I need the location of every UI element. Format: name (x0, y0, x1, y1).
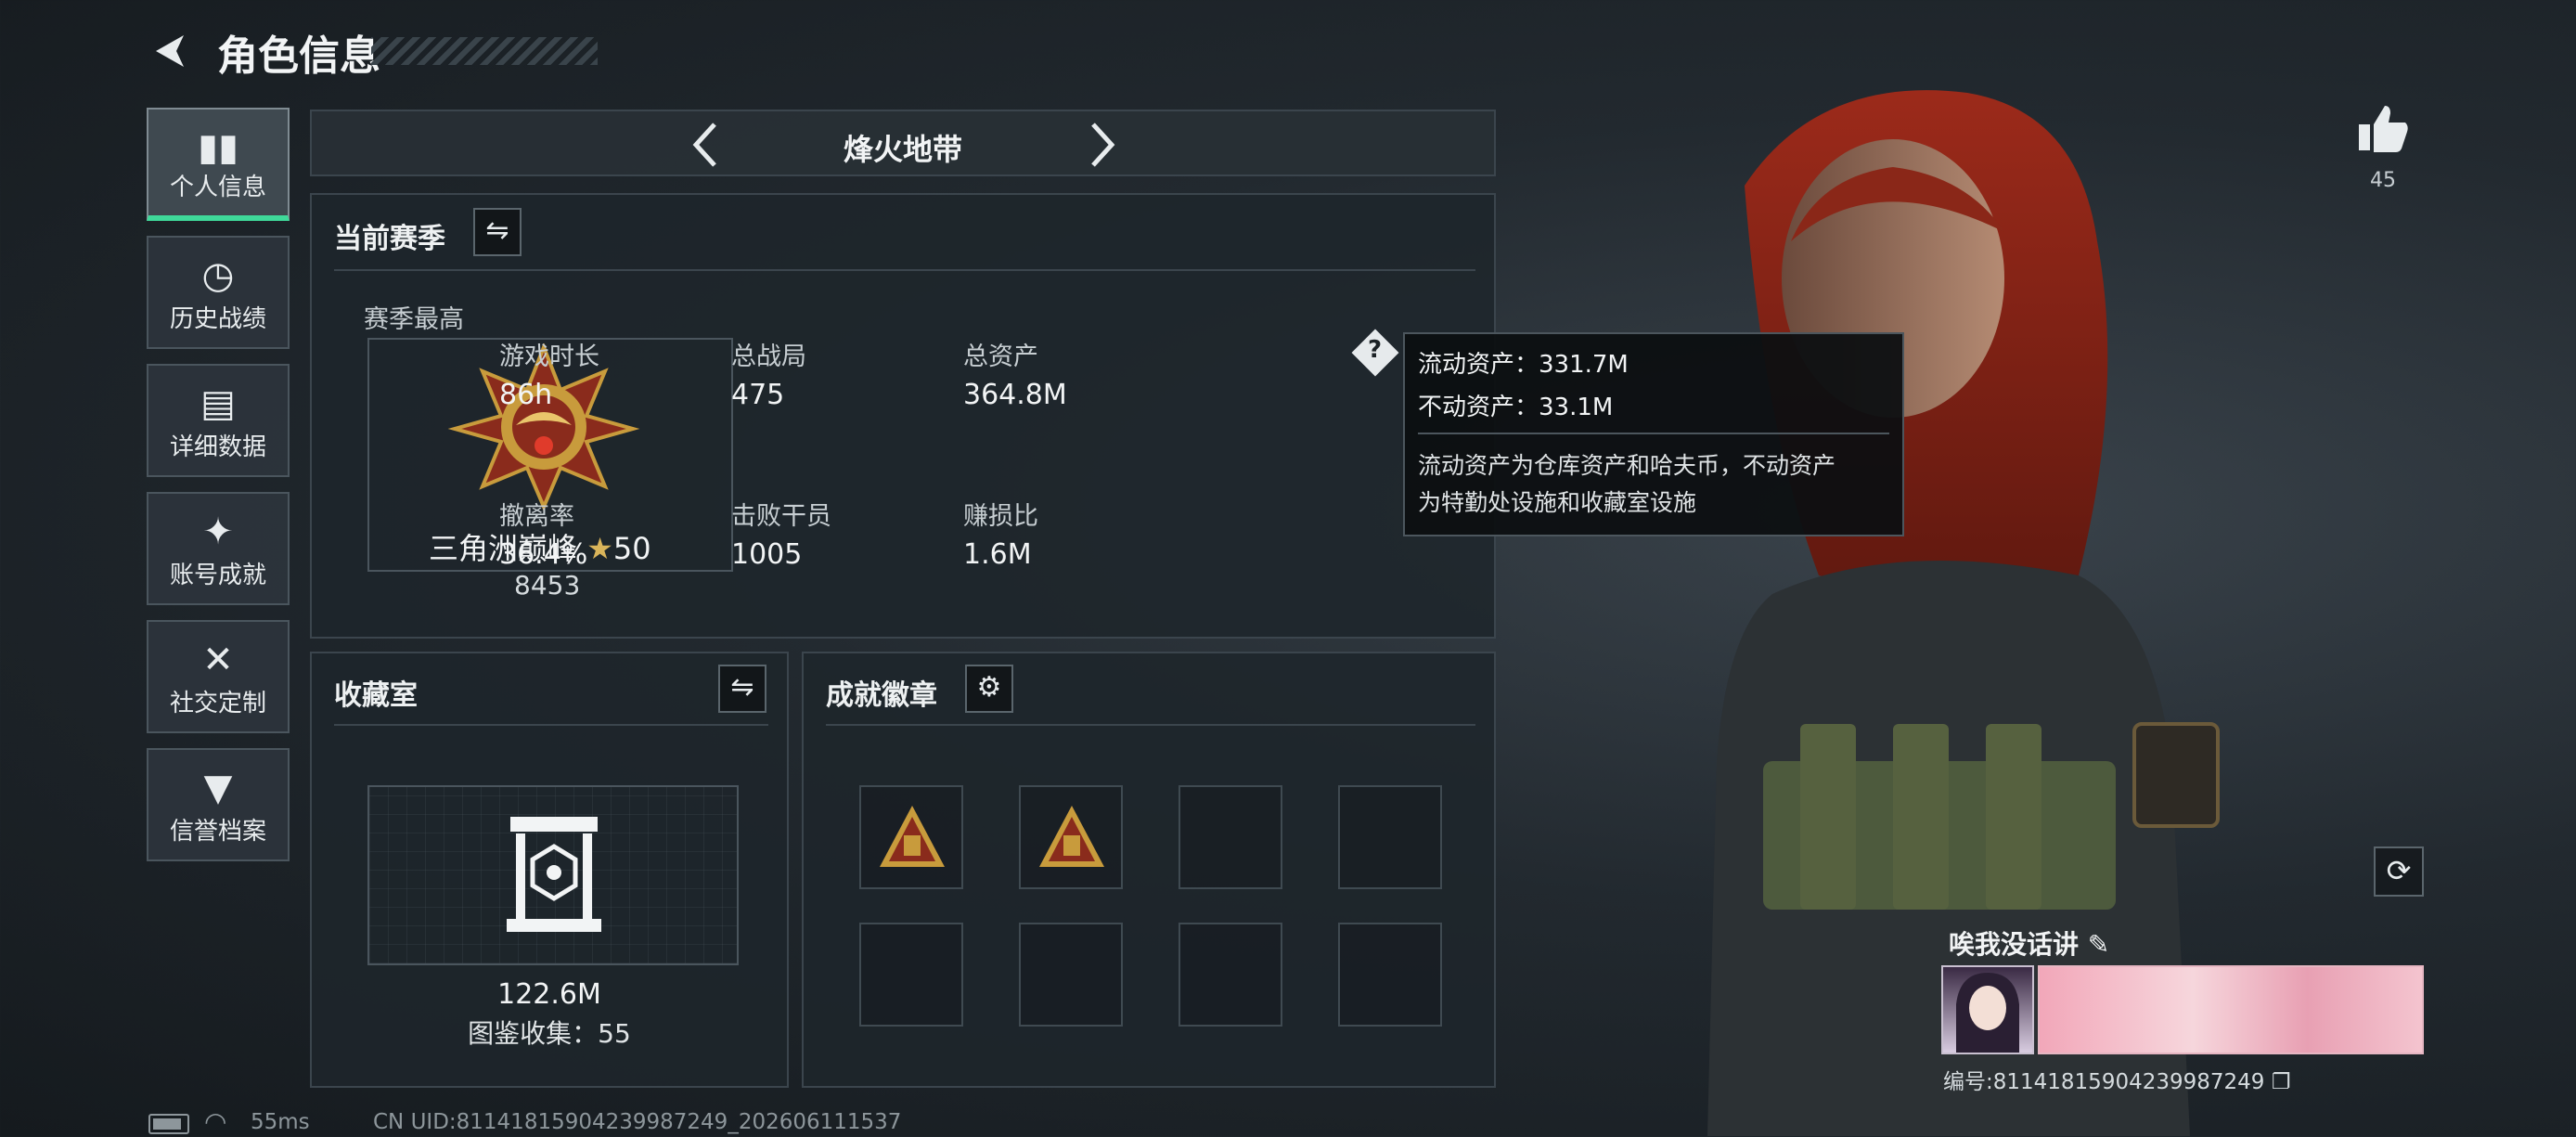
badge-slot-empty[interactable] (1338, 923, 1442, 1027)
edit-name-icon[interactable]: ✎ (2088, 929, 2109, 960)
divider (334, 269, 1475, 271)
player-id-row: 编号:8114181590423998724​9 ❐ (1943, 1064, 2290, 1095)
stat-label: 赚损比 (963, 502, 1038, 531)
divider (826, 724, 1475, 726)
tooltip-liquid: 流动资产：331.7M (1418, 351, 1629, 379)
rank-points: 8453 (514, 570, 581, 601)
badges-settings-button[interactable]: ⚙ (965, 665, 1013, 713)
refresh-icon: ⟳ (2386, 853, 2412, 888)
rank-stars: 50 (612, 531, 651, 566)
tooltip-fixed: 不动资产：33.1M (1418, 394, 1614, 421)
nav-item-3[interactable]: ✦ 账号成就 (147, 492, 290, 605)
nav-item-label: 个人信息 (169, 174, 266, 201)
player-banner[interactable] (2038, 965, 2424, 1054)
collection-switch-button[interactable]: ⇋ (718, 665, 766, 713)
bar-chart-icon: ▮▮ (197, 126, 239, 169)
shield-icon: ▼ (203, 767, 233, 809)
folder-icon: ▤ (200, 382, 236, 425)
badge-icon (880, 806, 945, 867)
collection-preview (367, 785, 739, 965)
nav-item-4[interactable]: ✕ 社交定制 (147, 620, 290, 733)
next-mode-button[interactable] (1078, 119, 1125, 171)
season-title: 当前赛季 (334, 223, 445, 255)
player-id: 编号:8114181590423998724​9 (1943, 1070, 2265, 1094)
badge-slot-empty[interactable] (859, 923, 963, 1027)
divider (334, 724, 768, 726)
stat-label: 击败干员 (731, 502, 831, 531)
badge-slot-empty[interactable] (1019, 923, 1123, 1027)
wifi-icon: ◠ (204, 1106, 227, 1137)
badge-slot-filled[interactable] (1019, 785, 1123, 889)
battery-icon (148, 1114, 189, 1134)
tooltip-desc-2: 为特勤处设施和收藏室设施 (1418, 489, 1697, 516)
stat-value: 1005 (731, 538, 803, 571)
mode-selector: 烽火地带 (310, 110, 1496, 176)
season-best-label: 赛季最高 (364, 305, 464, 334)
season-switch-button[interactable]: ⇋ (473, 208, 522, 256)
nav-item-label: 历史战绩 (169, 305, 266, 333)
stat-value: 36.4% (499, 538, 588, 571)
stat-label: 撤离率 (499, 502, 574, 531)
thumbs-up-icon (2359, 106, 2408, 152)
nav-item-label: 详细数据 (169, 433, 266, 461)
help-question-mark: ? (1368, 336, 1383, 364)
mode-title: 烽火地带 (843, 132, 962, 167)
stat-label: 游戏时长 (499, 342, 599, 371)
badge-slot-filled[interactable] (859, 785, 963, 889)
like-count: 45 (2370, 169, 2396, 192)
nav-item-label: 账号成就 (169, 562, 266, 589)
badge-slot-empty[interactable] (1338, 785, 1442, 889)
like-button[interactable] (2353, 98, 2413, 158)
uid-text: CN UID:8114181590423998724​9_20260611153… (373, 1110, 902, 1134)
nav-item-5[interactable]: ▼ 信誉档案 (147, 748, 290, 861)
title-stripes (371, 37, 598, 65)
back-arrow-icon (156, 35, 184, 67)
collection-count: 图鉴收集：55 (468, 1018, 631, 1049)
ping-text: 55ms (251, 1110, 310, 1134)
copy-icon[interactable]: ❐ (2272, 1070, 2291, 1094)
badges-panel: 成就徽章 ⚙ (802, 652, 1496, 1088)
badge-slot-empty[interactable] (1179, 923, 1282, 1027)
back-button[interactable] (147, 28, 193, 74)
stat-value: 364.8M (963, 379, 1067, 411)
chevron-right-icon (1091, 123, 1115, 167)
stat-value: 1.6M (963, 538, 1032, 571)
player-name: 唉我没话讲 (1949, 929, 2080, 960)
nav-item-1[interactable]: ◷ 历史战绩 (147, 236, 290, 349)
season-panel: 当前赛季 ⇋ 赛季最高 三角洲巅峰 ★50 8453 游戏时长 86h 总战局 475… (310, 193, 1496, 639)
badge-slot-empty[interactable] (1179, 785, 1282, 889)
nav-item-label: 社交定制 (169, 690, 266, 717)
tools-icon: ✕ (202, 639, 234, 681)
stat-value: 475 (731, 379, 785, 411)
collection-value: 122.6M (497, 978, 601, 1011)
nav-item-0[interactable]: ▮▮ 个人信息 (147, 108, 290, 221)
stat-label: 总战局 (731, 342, 806, 371)
nav-item-2[interactable]: ▤ 详细数据 (147, 364, 290, 477)
vault-icon (507, 817, 601, 932)
avatar-portrait (1956, 973, 2019, 1053)
gear-icon: ⚙ (976, 671, 1002, 704)
rotate-button[interactable]: ⟳ (2374, 846, 2424, 897)
asset-tooltip: 流动资产：331.7M 不动资产：33.1M 流动资产为仓库资产和哈夫币，不动资… (1403, 332, 1904, 536)
clock-icon: ◷ (201, 254, 235, 297)
swap-icon: ⇋ (485, 214, 509, 247)
player-avatar[interactable] (1941, 965, 2034, 1054)
page-title: 角色信息 (217, 32, 380, 80)
swap-icon: ⇋ (730, 671, 754, 704)
badge-icon (1039, 806, 1104, 867)
stat-label: 总资产 (963, 342, 1038, 371)
collection-title: 收藏室 (334, 679, 418, 712)
tooltip-desc-1: 流动资产为仓库资产和哈夫币，不动资产 (1418, 452, 1836, 479)
tooltip-divider (1418, 433, 1889, 434)
achievement-icon: ✦ (202, 510, 234, 553)
collection-panel: 收藏室 ⇋ 122.6M 图鉴收集：55 (310, 652, 789, 1088)
badges-title: 成就徽章 (826, 679, 937, 712)
player-name-row: 唉我没话讲 ✎ (1949, 924, 2109, 962)
nav-item-label: 信誉档案 (169, 818, 266, 846)
star-icon: ★ (586, 531, 613, 566)
stat-value: 86h (499, 379, 553, 411)
